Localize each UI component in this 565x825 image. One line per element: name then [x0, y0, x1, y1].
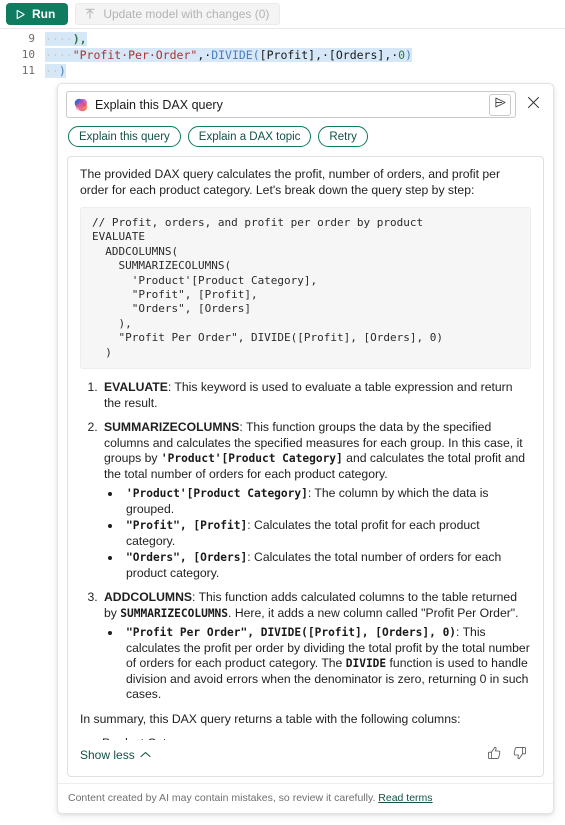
- answer-step-item: EVALUATE: This keyword is used to evalua…: [101, 380, 531, 411]
- show-less-button[interactable]: Show less: [80, 748, 151, 762]
- copilot-prompt-input[interactable]: Explain this DAX query: [88, 98, 489, 112]
- answer-substep-item: "Orders", [Orders]: Calculates the total…: [122, 550, 531, 581]
- step-term: EVALUATE: [104, 380, 168, 395]
- step-term: ADDCOLUMNS: [104, 590, 193, 605]
- code-line[interactable]: 10 ····"Profit·Per·Order",·DIVIDE([Profit…: [0, 47, 565, 63]
- suggestion-chip[interactable]: Explain this query: [68, 126, 181, 147]
- inline-code: 'Product'[Product Category]: [160, 452, 343, 466]
- thumbs-up-icon: [487, 746, 501, 765]
- upload-arrow-icon: [84, 8, 96, 20]
- copilot-prompt-row: Explain this DAX query: [58, 84, 553, 118]
- run-button-label: Run: [32, 7, 56, 21]
- code-line[interactable]: 11 ··): [0, 63, 565, 79]
- suggestion-chip[interactable]: Retry: [318, 126, 368, 147]
- answer-steps-list: EVALUATE: This keyword is used to evalua…: [80, 380, 531, 703]
- play-triangle-icon: [15, 9, 26, 20]
- show-less-label: Show less: [80, 748, 135, 762]
- answer-step-item: ADDCOLUMNS: This function adds calculate…: [101, 590, 531, 703]
- code-line[interactable]: 9 ····),: [0, 31, 565, 47]
- line-number: 9: [28, 32, 35, 45]
- answer-substep-list: 'Product'[Product Category]: The column …: [104, 486, 531, 581]
- line-number: 11: [21, 64, 35, 77]
- ai-disclaimer: Content created by AI may contain mistak…: [58, 783, 553, 813]
- thumbs-down-button[interactable]: [509, 744, 531, 766]
- answer-substep-list: "Profit Per Order", DIVIDE([Profit], [Or…: [104, 625, 531, 703]
- copilot-answer-body: The provided DAX query calculates the pr…: [68, 157, 543, 740]
- inline-code: 'Product'[Product Category]: [126, 487, 308, 501]
- copilot-prompt-box[interactable]: Explain this DAX query: [66, 91, 516, 118]
- answer-substep-item: 'Product'[Product Category]: The column …: [122, 486, 531, 517]
- inline-code: "Profit Per Order", DIVIDE([Profit], [Or…: [126, 626, 457, 640]
- inline-code: "Orders", [Orders]: [126, 551, 248, 565]
- thumbs-down-icon: [513, 746, 527, 765]
- code-line-text[interactable]: ····),: [45, 31, 565, 47]
- answer-intro-paragraph: The provided DAX query calculates the pr…: [80, 167, 501, 197]
- copilot-suggestion-chips: Explain this query Explain a DAX topic Ret…: [58, 118, 553, 156]
- close-x-icon: [527, 96, 540, 114]
- answer-substep-item: "Profit", [Profit]: Calculates the total…: [122, 518, 531, 549]
- read-terms-link[interactable]: Read terms: [378, 792, 432, 804]
- update-model-button[interactable]: Update model with changes (0): [75, 3, 281, 25]
- thumbs-up-button[interactable]: [483, 744, 505, 766]
- send-button[interactable]: [489, 93, 511, 116]
- copilot-panel: Explain this DAX query Explain this quer…: [57, 83, 554, 814]
- step-term: SUMMARIZECOLUMNS: [104, 420, 240, 435]
- answer-code-block: // Profit, orders, and profit per order …: [80, 207, 531, 370]
- dax-code-editor[interactable]: 9 ····), 10 ····"Profit·Per·Order",·DIVIDE(…: [0, 29, 565, 79]
- copilot-answer-card: The provided DAX query calculates the pr…: [67, 156, 544, 777]
- editor-toolbar: Run Update model with changes (0): [0, 0, 565, 29]
- update-model-label: Update model with changes (0): [103, 7, 270, 21]
- code-line-text[interactable]: ····"Profit·Per·Order",·DIVIDE([Profit],…: [45, 47, 565, 63]
- answer-step-item: SUMMARIZECOLUMNS: This function groups t…: [101, 420, 531, 581]
- answer-substep-item: "Profit Per Order", DIVIDE([Profit], [Or…: [122, 625, 531, 703]
- send-paper-plane-icon: [494, 96, 507, 114]
- inline-code: DIVIDE: [345, 657, 387, 671]
- copilot-logo-icon: [74, 98, 88, 112]
- suggestion-chip[interactable]: Explain a DAX topic: [187, 126, 312, 147]
- inline-code: "Profit", [Profit]: [126, 519, 248, 533]
- close-copilot-button[interactable]: [521, 93, 545, 117]
- chevron-up-icon: [140, 748, 151, 762]
- answer-summary-intro: In summary, this DAX query returns a tab…: [80, 711, 461, 726]
- inline-code: SUMMARIZECOLUMNS: [120, 606, 229, 620]
- run-button[interactable]: Run: [6, 3, 69, 25]
- answer-footer: Show less: [68, 740, 543, 776]
- line-number: 10: [21, 48, 35, 61]
- code-line-text[interactable]: ··): [45, 63, 565, 79]
- ai-disclaimer-text: Content created by AI may contain mistak…: [68, 792, 376, 804]
